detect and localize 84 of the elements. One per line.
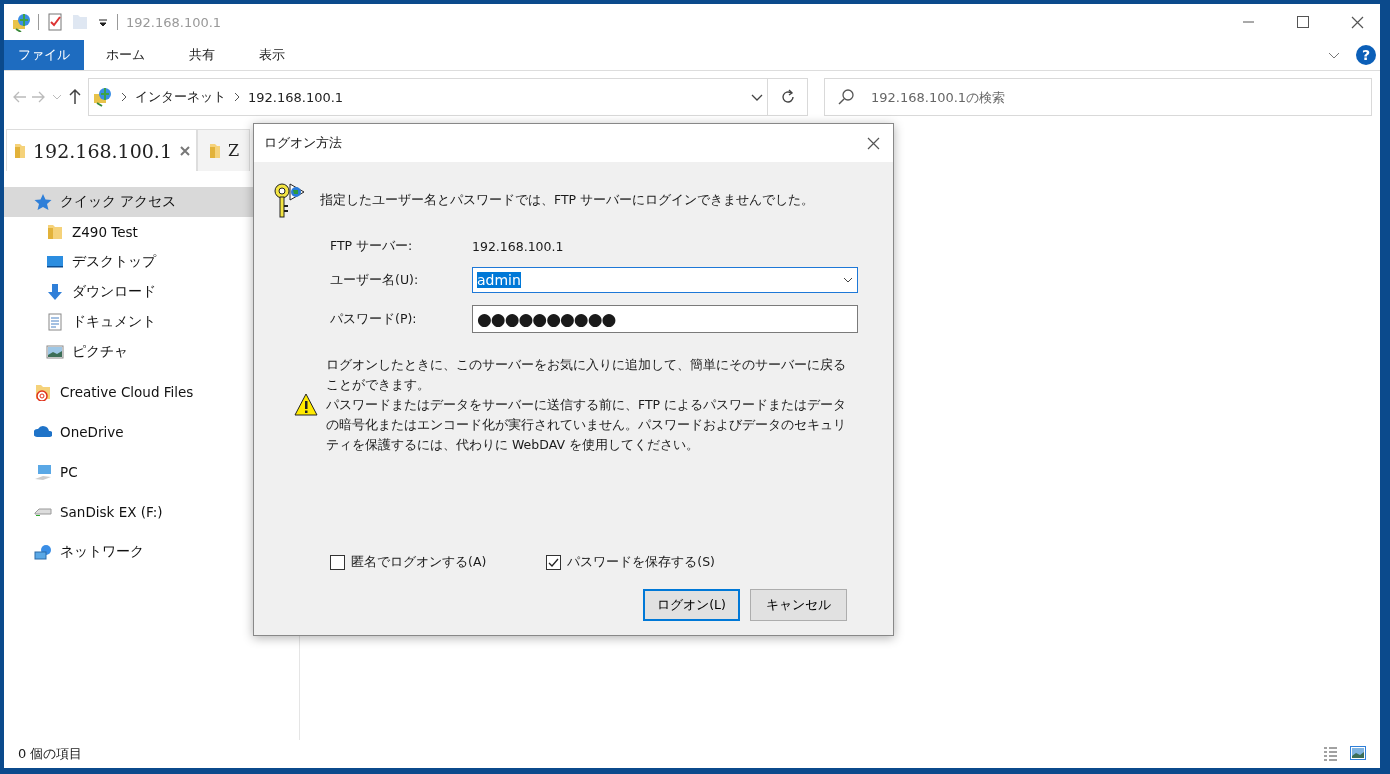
address-bar[interactable]: インターネット 192.168.100.1: [88, 78, 768, 116]
field-label: ユーザー名(U):: [330, 271, 420, 289]
password-field[interactable]: ●●●●●●●●●●: [472, 305, 858, 333]
tab-label: 192.168.100.1: [33, 139, 172, 162]
document-tab[interactable]: 192.168.100.1: [6, 129, 197, 171]
refresh-icon: [779, 89, 796, 105]
sidebar-item[interactable]: ピクチャ: [4, 337, 299, 367]
sidebar-item[interactable]: PC: [4, 457, 299, 487]
item-label: OneDrive: [60, 424, 124, 440]
checkbox-label[interactable]: 匿名でログオンする(A): [351, 554, 487, 571]
document-tab[interactable]: Z: [197, 129, 251, 171]
dropdown-chevron-icon[interactable]: [751, 93, 763, 101]
item-label: デスクトップ: [72, 253, 156, 271]
folder-icon: [13, 141, 25, 160]
cancel-button[interactable]: キャンセル: [750, 589, 847, 621]
item-label: PC: [60, 464, 78, 480]
error-message: 指定したユーザー名とパスワードでは、FTP サーバーにログインできませんでした。: [320, 191, 815, 209]
search-field[interactable]: 192.168.100.1の検索: [824, 78, 1372, 116]
item-label: Z490 Test: [72, 224, 138, 240]
key-globe-icon: [272, 182, 306, 218]
item-label: SanDisk EX (F:): [60, 504, 163, 520]
download-arrow-icon: [46, 283, 64, 301]
sidebar-item[interactable]: Creative Cloud Files: [4, 377, 299, 407]
close-icon: [866, 136, 880, 150]
item-label: クイック アクセス: [60, 193, 177, 211]
username-field[interactable]: admin: [472, 267, 858, 293]
tab-label: Z: [228, 141, 240, 160]
dropdown-chevron-icon[interactable]: [843, 277, 853, 283]
desktop-icon: [46, 253, 64, 271]
sidebar-item[interactable]: ネットワーク: [4, 537, 299, 567]
help-button[interactable]: ?: [1356, 45, 1376, 65]
checkbox-label[interactable]: パスワードを保存する(S): [567, 554, 715, 571]
sidebar-item[interactable]: SanDisk EX (F:): [4, 497, 299, 527]
dropdown-icon[interactable]: [97, 16, 109, 28]
close-icon: [1350, 15, 1364, 29]
breadcrumb[interactable]: 192.168.100.1: [248, 89, 344, 105]
checkbox[interactable]: [330, 555, 345, 570]
network-folder-icon: [12, 12, 30, 32]
item-count: 0 個の項目: [18, 745, 83, 763]
window-title: 192.168.100.1: [126, 14, 223, 30]
up-icon[interactable]: [68, 88, 82, 106]
expand-ribbon-icon[interactable]: [1328, 51, 1340, 59]
details-view-icon[interactable]: [1323, 746, 1338, 762]
item-label: ドキュメント: [72, 313, 156, 331]
network-folder-icon: [93, 86, 113, 108]
computer-icon: [34, 463, 52, 481]
folder-icon: [34, 383, 52, 401]
item-label: ネットワーク: [60, 543, 144, 561]
close-tab-icon[interactable]: [180, 145, 190, 156]
dialog-title: ログオン方法: [264, 134, 343, 152]
ribbon-tab[interactable]: ホーム: [84, 40, 167, 70]
ribbon-tab[interactable]: 共有: [167, 40, 237, 70]
picture-icon: [46, 343, 64, 361]
info-paragraph: ログオンしたときに、このサーバーをお気に入りに追加して、簡単にそのサーバーに戻ることができます。: [326, 356, 847, 394]
sidebar-item[interactable]: Z490 Test: [4, 217, 299, 247]
ribbon-tab[interactable]: ファイル: [4, 40, 84, 70]
ribbon-tab[interactable]: 表示: [237, 40, 307, 70]
folder-icon: [208, 141, 220, 160]
sidebar-item[interactable]: デスクトップ: [4, 247, 299, 277]
refresh-button[interactable]: [768, 78, 808, 116]
checkbox[interactable]: [546, 555, 562, 570]
item-label: ピクチャ: [72, 343, 128, 361]
search-icon: [838, 89, 854, 105]
sidebar-item[interactable]: ダウンロード: [4, 277, 299, 307]
item-label: Creative Cloud Files: [60, 384, 194, 400]
logon-button[interactable]: ログオン(L): [643, 589, 740, 621]
star-icon: [34, 193, 52, 211]
warning-icon: [294, 393, 318, 417]
server-address: 192.168.100.1: [472, 239, 565, 254]
breadcrumb[interactable]: インターネット: [135, 88, 226, 106]
info-paragraph: パスワードまたはデータをサーバーに送信する前に、FTP によるパスワードまたはデータの暗号化またはエンコード化が実行されていません。パスワードおよびデータのセキュリティを保護するには、代わりに WebDAV を使用してください。: [326, 396, 848, 454]
maximize-icon: [1297, 16, 1309, 28]
document-icon: [46, 313, 64, 331]
field-label: FTP サーバー:: [330, 238, 414, 255]
folder-icon: [46, 223, 64, 241]
sidebar-item[interactable]: ドキュメント: [4, 307, 299, 337]
properties-icon[interactable]: [47, 13, 63, 31]
sidebar-item[interactable]: OneDrive: [4, 417, 299, 447]
chevron-right-icon[interactable]: [121, 92, 127, 102]
item-label: ダウンロード: [72, 283, 156, 301]
chevron-right-icon[interactable]: [234, 92, 240, 102]
thumbnail-view-icon[interactable]: [1350, 746, 1366, 760]
field-label: パスワード(P):: [330, 310, 418, 328]
network-icon: [34, 543, 52, 561]
